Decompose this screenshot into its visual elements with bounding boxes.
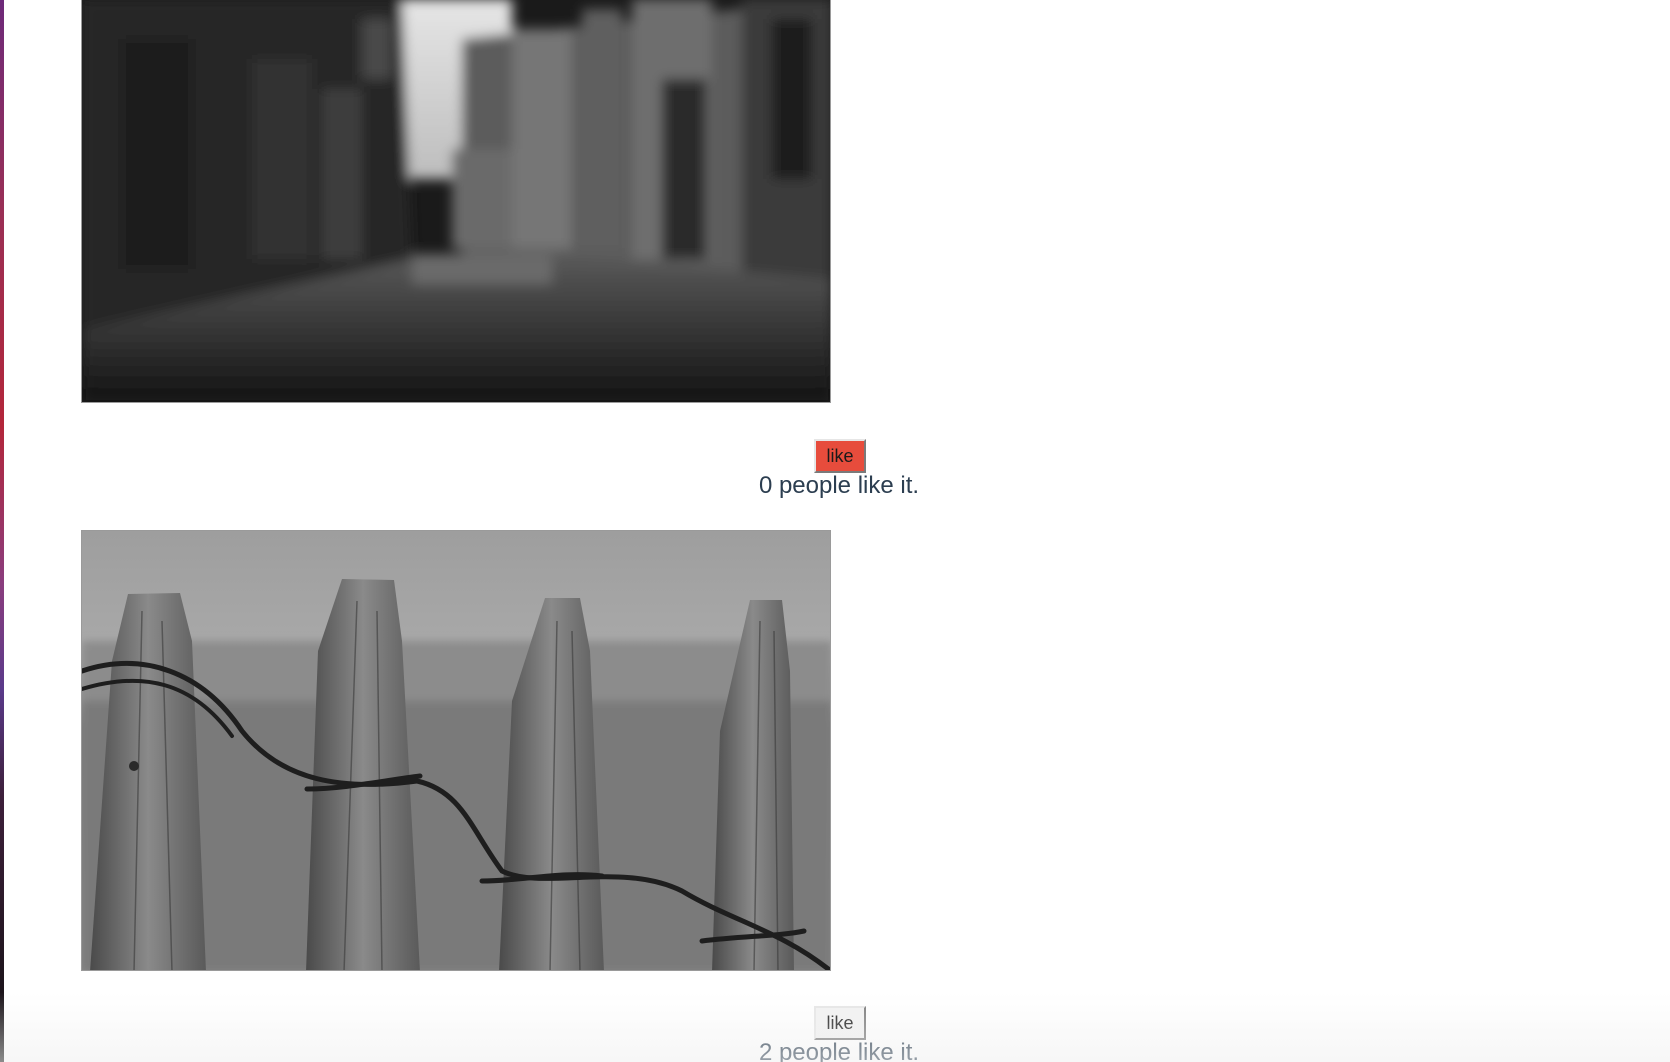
like-count: 0 people like it. [758, 472, 920, 499]
photo-feed-page: like 0 people like it. like 2 people lik… [0, 0, 1670, 1062]
post-photo [81, 0, 831, 403]
like-button[interactable]: like [814, 1006, 866, 1040]
like-count: 2 people like it. [758, 1039, 920, 1062]
like-button[interactable]: like [814, 439, 866, 473]
window-edge [0, 0, 4, 1062]
post-photo [81, 530, 831, 971]
